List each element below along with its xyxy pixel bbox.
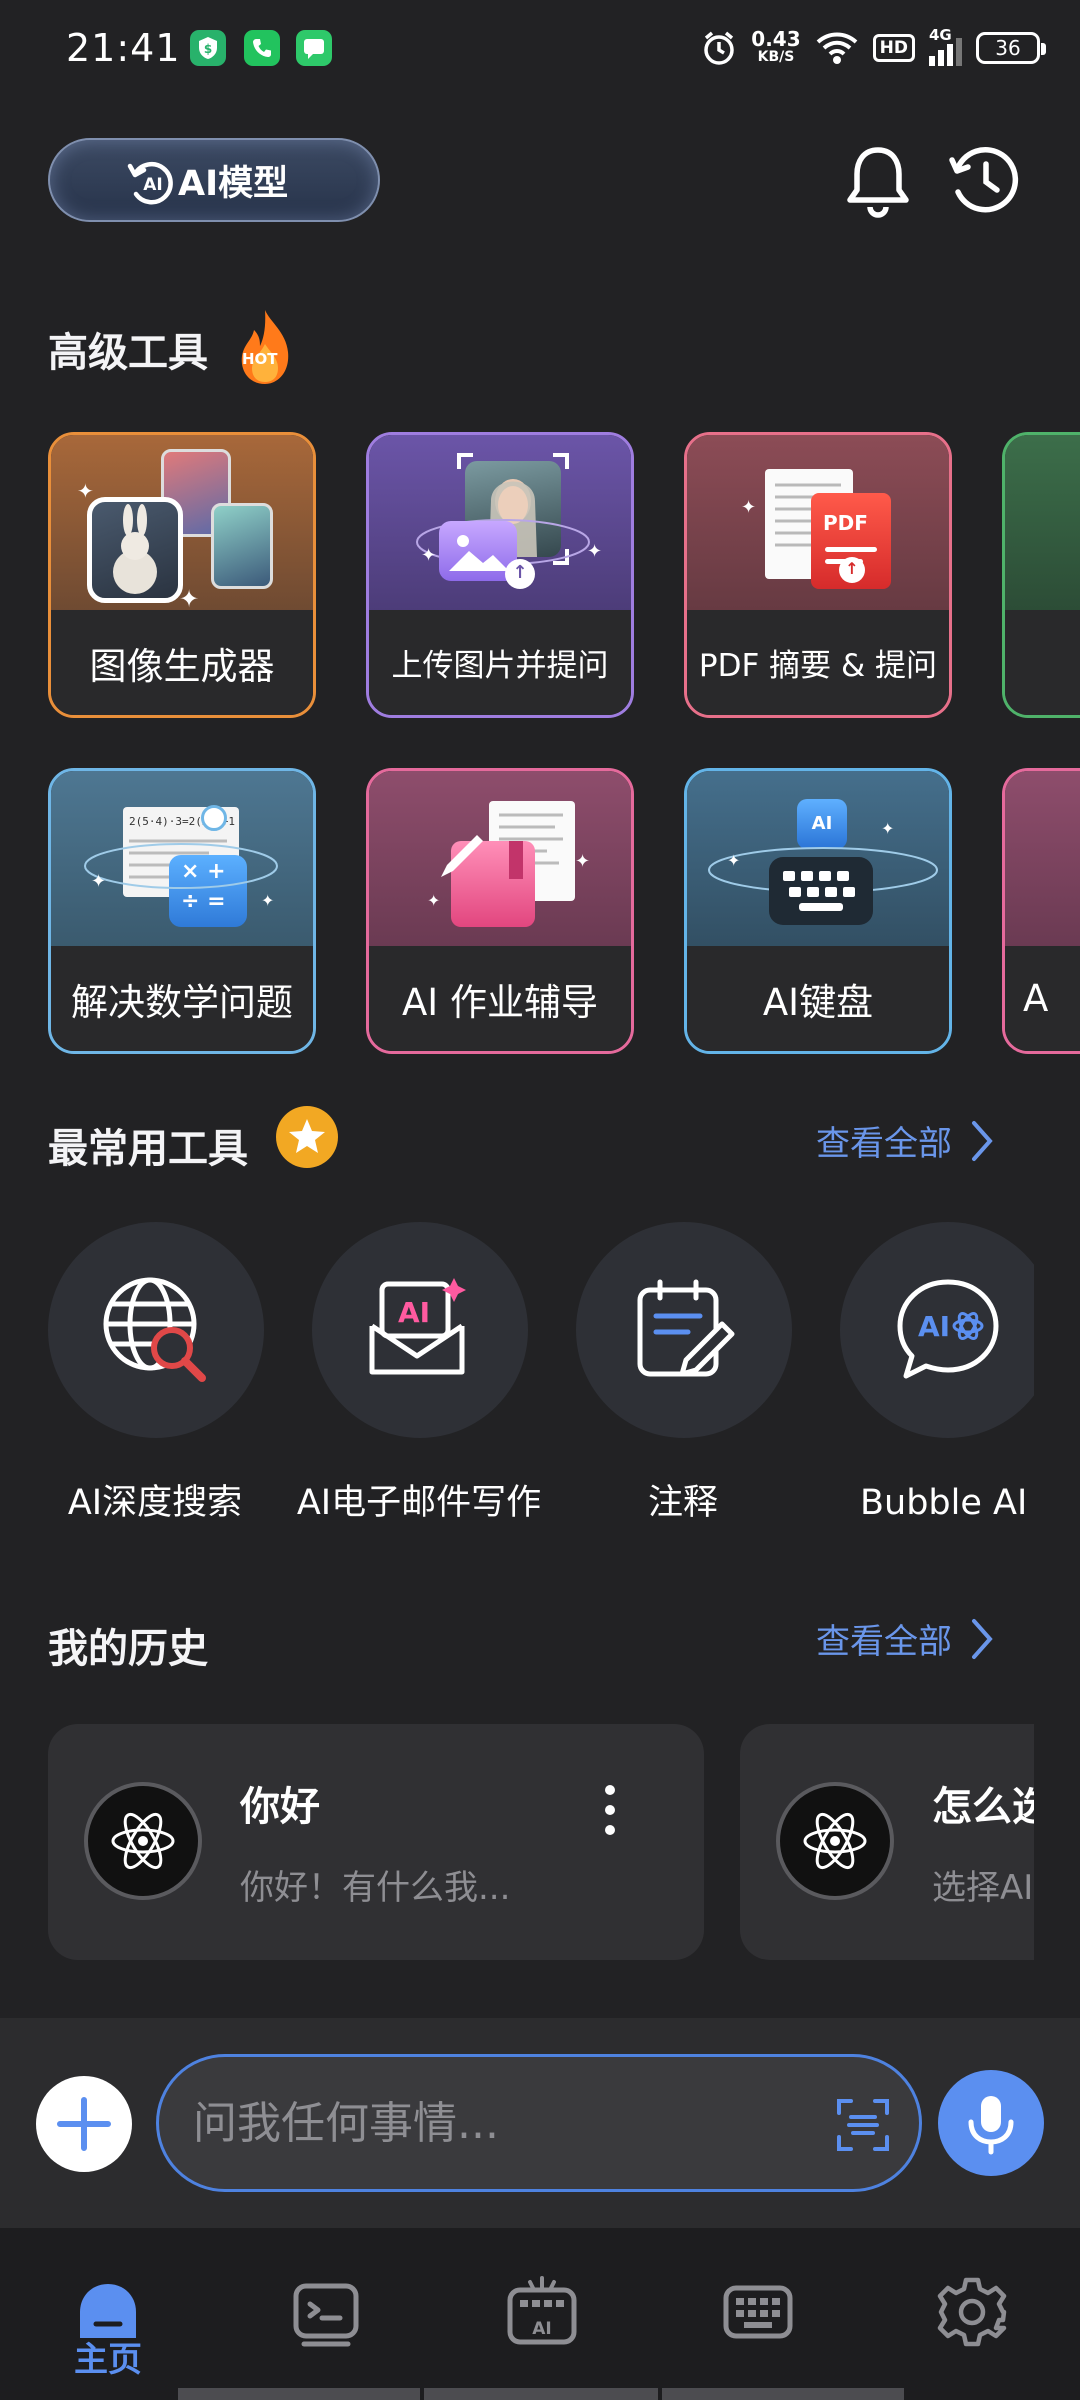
network-speed: 0.43 KB/S bbox=[751, 27, 801, 65]
history-clock-icon[interactable] bbox=[944, 140, 1024, 220]
history-title: 我的历史 bbox=[48, 1626, 208, 1672]
ai-chat-bubble-icon: AI bbox=[897, 1279, 999, 1379]
tool-card-homework-help[interactable]: ✦ ✦ AI 作业辅导 bbox=[366, 768, 634, 1054]
hd-badge: HD bbox=[872, 34, 915, 62]
ai-keyboard-icon: AI bbox=[507, 2276, 577, 2345]
tool-card-upload-image[interactable]: ↑ ✦ ✦ 上传图片并提问 bbox=[366, 432, 634, 718]
chevron-right-icon bbox=[972, 1120, 993, 1161]
more-options-icon[interactable] bbox=[600, 1780, 620, 1840]
tool-label: AI电子邮件写作 bbox=[296, 1483, 542, 1523]
history-preview-text: 你好！有什么我... bbox=[240, 1868, 511, 1908]
advanced-tools-title: 高级工具 bbox=[48, 330, 208, 376]
keyboard-icon bbox=[723, 2285, 793, 2339]
tool-label: AI深度搜索 bbox=[67, 1483, 243, 1523]
voice-input-button[interactable] bbox=[938, 2070, 1044, 2176]
nav-settings[interactable] bbox=[932, 2272, 1012, 2352]
shield-app-icon: $ bbox=[190, 30, 226, 66]
image-generator-illustration: ✦ ✦ bbox=[51, 435, 313, 613]
terminal-icon bbox=[293, 2283, 359, 2347]
tool-card-label: 图像生成器 bbox=[51, 610, 313, 715]
upload-image-illustration: ↑ ✦ ✦ bbox=[369, 435, 631, 613]
ai-model-button[interactable]: AI AI模型 bbox=[48, 138, 380, 222]
cell-signal-icon: 4G bbox=[929, 26, 962, 66]
ai-atom-avatar bbox=[776, 1782, 894, 1900]
tool-card-label: AI 作业辅导 bbox=[369, 946, 631, 1051]
add-attachment-button[interactable] bbox=[36, 2076, 132, 2172]
history-title-text: 你好 bbox=[240, 1784, 320, 1830]
ai-atom-avatar bbox=[84, 1782, 202, 1900]
tool-bubble-ai[interactable]: AI bbox=[840, 1222, 1034, 1438]
nav-home-label: 主页 bbox=[74, 2340, 142, 2380]
common-tools-title: 最常用工具 bbox=[48, 1126, 248, 1172]
microphone-icon bbox=[968, 2096, 1014, 2155]
gear-icon bbox=[937, 2277, 1007, 2347]
tool-annotate[interactable] bbox=[576, 1222, 792, 1438]
nav-ai-keyboard[interactable]: AI bbox=[502, 2272, 582, 2352]
chat-input-container[interactable] bbox=[156, 2054, 922, 2192]
tool-ai-email-writing[interactable]: AI bbox=[312, 1222, 528, 1438]
tool-card-label: 上传图片并提问 bbox=[369, 610, 631, 715]
nav-prompts[interactable] bbox=[286, 2272, 366, 2352]
history-preview-text: 选择AI bbox=[932, 1868, 1034, 1908]
tool-card-peek[interactable]: A bbox=[1002, 768, 1080, 1054]
history-title-text: 怎么选 bbox=[932, 1784, 1034, 1830]
status-time: 21:41 bbox=[66, 26, 181, 70]
note-pencil-icon bbox=[637, 1279, 735, 1377]
tool-label: Bubble AI bbox=[860, 1483, 1028, 1523]
message-app-icon bbox=[296, 30, 332, 66]
history-card[interactable]: 你好 你好！有什么我... bbox=[48, 1724, 704, 1960]
svg-text:AI: AI bbox=[918, 1310, 950, 1343]
tool-card-peek[interactable] bbox=[1002, 432, 1080, 718]
bell-icon[interactable] bbox=[838, 140, 918, 220]
svg-text:AI: AI bbox=[398, 1296, 430, 1329]
tool-card-math-solver[interactable]: 2(5·4)·3=2(20)+1 × + ÷ = ✦ ✦ 解决数学问题 bbox=[48, 768, 316, 1054]
tool-card-label: PDF 摘要 & 提问 bbox=[687, 610, 949, 715]
ai-keyboard-illustration: AI ✦ ✦ bbox=[687, 771, 949, 949]
wifi-icon bbox=[816, 32, 858, 64]
tool-card-label: AI键盘 bbox=[687, 946, 949, 1051]
nav-keyboard[interactable] bbox=[718, 2272, 798, 2352]
status-indicators: 0.43 KB/S HD 4G 36 bbox=[701, 24, 1046, 72]
ai-email-icon: AI bbox=[369, 1278, 466, 1375]
hot-fire-icon: HOT bbox=[234, 308, 296, 386]
gesture-bar bbox=[178, 2388, 420, 2400]
tool-ai-deep-search[interactable] bbox=[48, 1222, 264, 1438]
gesture-bar bbox=[662, 2388, 904, 2400]
chevron-right-icon bbox=[972, 1618, 993, 1659]
common-tools-see-all[interactable]: 查看全部 bbox=[816, 1116, 994, 1165]
svg-text:AI: AI bbox=[143, 175, 162, 195]
phone-app-icon bbox=[244, 30, 280, 66]
plus-icon bbox=[57, 2097, 111, 2151]
tool-card-label: 解决数学问题 bbox=[51, 946, 313, 1051]
alarm-icon bbox=[704, 31, 735, 65]
globe-search-icon bbox=[103, 1277, 206, 1382]
svg-text:AI: AI bbox=[532, 2319, 551, 2339]
gesture-bar bbox=[424, 2388, 658, 2400]
tool-card-pdf-summary[interactable]: PDF ↑ ✦ PDF 摘要 & 提问 bbox=[684, 432, 952, 718]
svg-text:$: $ bbox=[204, 42, 212, 56]
ai-model-label: AI模型 bbox=[178, 163, 289, 204]
battery-indicator: 36 bbox=[976, 32, 1046, 64]
math-solver-illustration: 2(5·4)·3=2(20)+1 × + ÷ = ✦ ✦ bbox=[51, 771, 313, 949]
scan-text-icon[interactable] bbox=[835, 2097, 891, 2153]
star-badge-icon bbox=[276, 1106, 338, 1168]
chat-input[interactable] bbox=[193, 2057, 753, 2189]
pdf-summary-illustration: PDF ↑ ✦ bbox=[687, 435, 949, 613]
history-see-all[interactable]: 查看全部 bbox=[816, 1614, 994, 1663]
tool-card-image-generator[interactable]: ✦ ✦ 图像生成器 bbox=[48, 432, 316, 718]
ai-refresh-icon: AI bbox=[127, 161, 173, 205]
history-card[interactable]: 怎么选 选择AI bbox=[740, 1724, 1034, 1960]
tool-label: 注释 bbox=[647, 1483, 718, 1523]
tool-card-ai-keyboard[interactable]: AI ✦ ✦ AI键盘 bbox=[684, 768, 952, 1054]
homework-help-illustration: ✦ ✦ bbox=[369, 771, 631, 949]
